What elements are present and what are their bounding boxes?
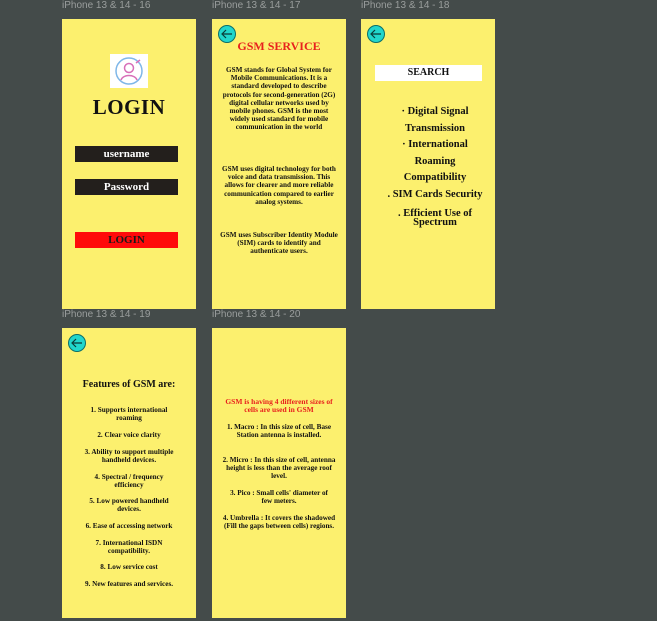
- list-item[interactable]: · International Roaming Compatibility: [385, 137, 485, 187]
- list-item[interactable]: . Efficient Use of Spectrum: [385, 208, 485, 228]
- password-field[interactable]: Password: [75, 179, 178, 195]
- login-title: LOGIN: [92, 95, 166, 119]
- paragraph-3: GSM uses Subscriber Identity Module (SIM…: [220, 231, 338, 256]
- arrow-left-icon: [221, 29, 232, 39]
- frame-label-19: iPhone 13 & 14 - 19: [62, 309, 151, 320]
- list-item: 4. Umbrella : It covers the shadowed (Fi…: [222, 514, 336, 531]
- list-item: 5. Low powered handheld devices.: [89, 497, 169, 514]
- list-item: 9. New features and services.: [84, 580, 174, 588]
- list-item: 1. Macro : In this size of cell, Base St…: [226, 423, 332, 440]
- back-button[interactable]: [68, 334, 86, 352]
- search-input[interactable]: SEARCH: [375, 65, 482, 81]
- list-item: 4. Spectral / frequency efficiency: [94, 473, 164, 490]
- list-item: 6. Ease of accessing network: [85, 522, 173, 530]
- list-item: 2. Micro : In this size of cell, antenna…: [222, 456, 336, 481]
- features-title: Features of GSM are:: [82, 379, 176, 390]
- frame-label-17: iPhone 13 & 14 - 17: [212, 0, 301, 11]
- paragraph-2: GSM uses digital technology for both voi…: [222, 165, 336, 206]
- cells-heading: GSM is having 4 different sizes of cells…: [225, 397, 333, 415]
- list-item: 3. Pico : Small cells' diameter of few m…: [230, 489, 328, 506]
- list-item[interactable]: . SIM Cards Security: [385, 187, 485, 204]
- user-avatar-icon: [110, 54, 148, 88]
- list-item[interactable]: · Digital Signal Transmission: [385, 104, 485, 137]
- frame-label-20: iPhone 13 & 14 - 20: [212, 309, 301, 320]
- frame-label-16: iPhone 13 & 14 - 16: [62, 0, 151, 11]
- frame-gsm-service: GSM SERVICE GSM stands for Global System…: [212, 19, 346, 309]
- arrow-left-icon: [71, 338, 82, 348]
- paragraph-1: GSM stands for Global System for Mobile …: [222, 66, 336, 132]
- list-item: 8. Low service cost: [100, 563, 158, 571]
- frame-features: Features of GSM are: 1. Supports interna…: [62, 328, 196, 618]
- back-button[interactable]: [367, 25, 385, 43]
- list-item: 2. Clear voice clarity: [97, 431, 161, 439]
- topic-list: · Digital Signal Transmission · Internat…: [385, 104, 485, 228]
- frame-cells: GSM is having 4 different sizes of cells…: [212, 328, 346, 618]
- username-field[interactable]: username: [75, 146, 178, 162]
- frame-search: SEARCH · Digital Signal Transmission · I…: [361, 19, 495, 309]
- login-button[interactable]: LOGIN: [75, 232, 178, 248]
- list-item: 3. Ability to support multiple handheld …: [84, 448, 174, 465]
- list-item: 7. International ISDN compatibility.: [95, 539, 163, 556]
- frame-label-18: iPhone 13 & 14 - 18: [361, 0, 450, 11]
- arrow-left-icon: [370, 29, 381, 39]
- page-title: GSM SERVICE: [237, 39, 321, 53]
- frame-login: LOGIN username Password LOGIN: [62, 19, 196, 309]
- list-item: 1. Supports international roaming: [90, 406, 168, 423]
